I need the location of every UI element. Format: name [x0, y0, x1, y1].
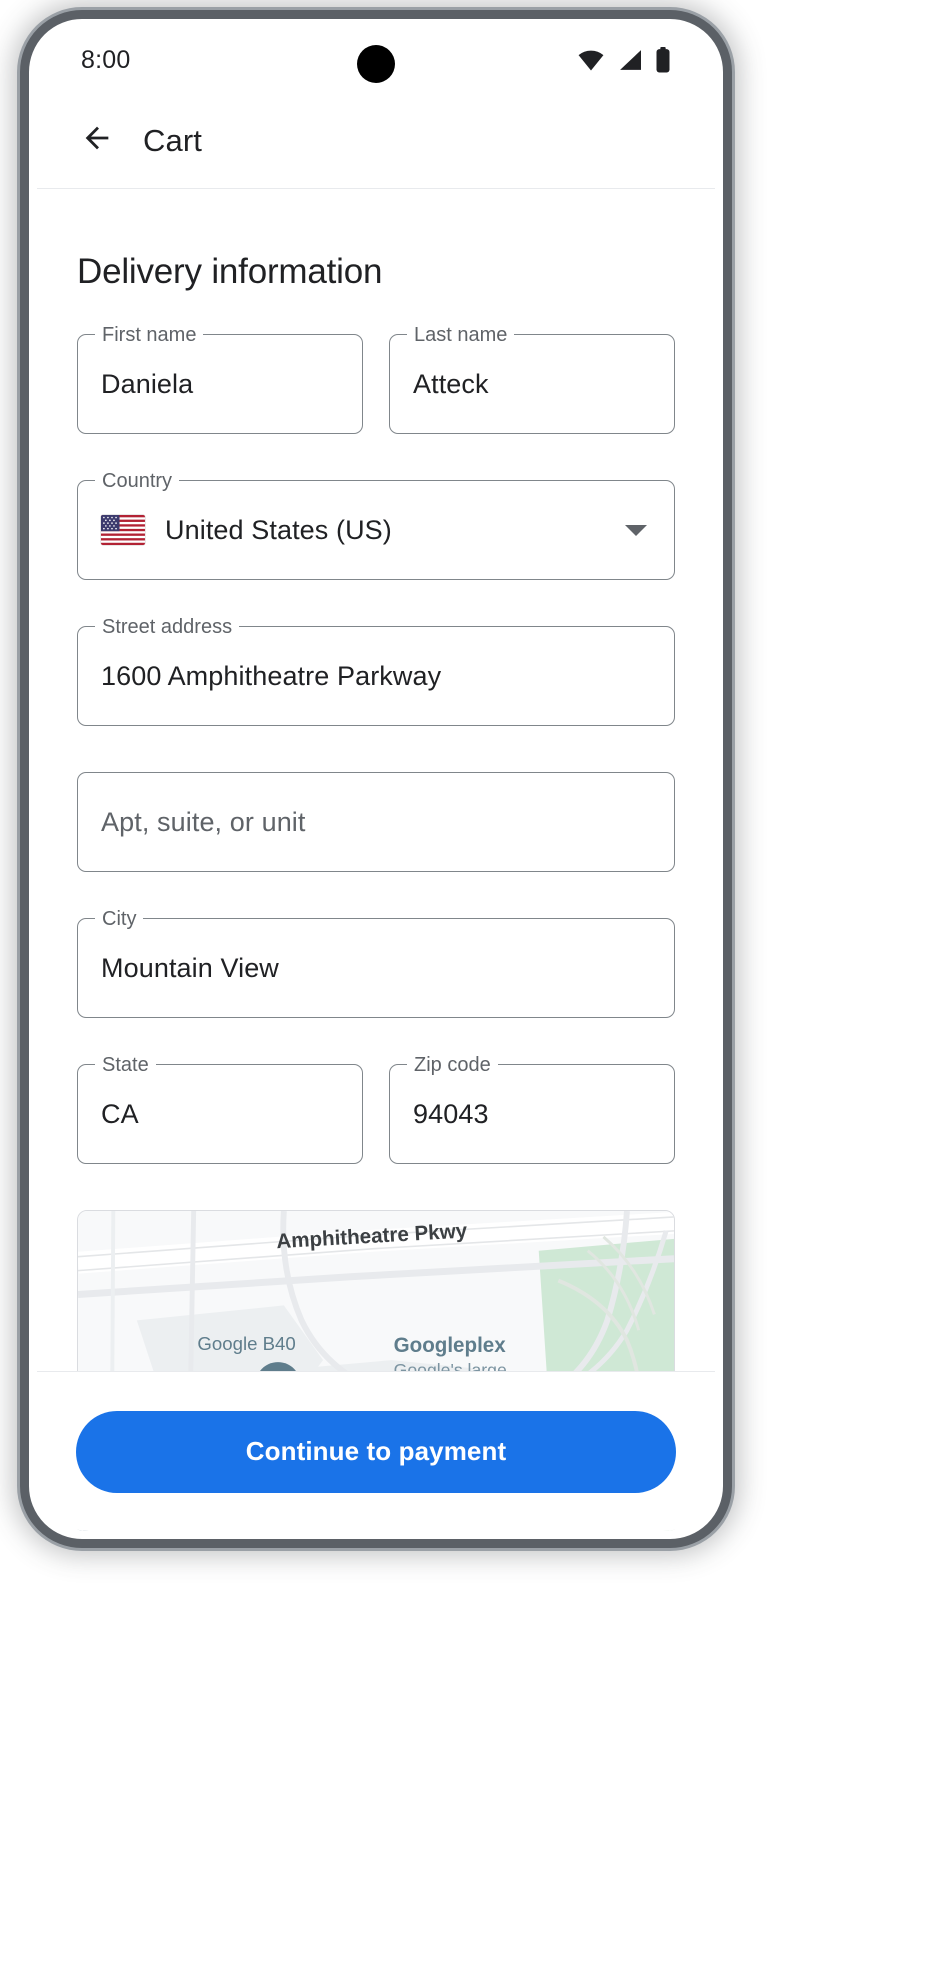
phone-frame: 8:00 Cart Delivery information First nam…: [20, 10, 732, 1548]
status-bar-icons: [577, 47, 671, 73]
country-value: United States (US): [165, 514, 392, 545]
page-title: Cart: [143, 122, 202, 158]
first-name-value: Daniela: [101, 368, 194, 399]
state-field[interactable]: State CA: [77, 1053, 363, 1164]
delivery-form-scroll[interactable]: Delivery information First name Daniela …: [37, 190, 715, 1531]
bottom-action-bar: Continue to payment: [37, 1371, 715, 1531]
city-field[interactable]: City Mountain View: [77, 907, 675, 1018]
name-row: First name Daniela Last name Atteck: [77, 323, 675, 480]
zip-code-value: 94043: [413, 1098, 489, 1129]
state-zip-row: State CA Zip code 94043: [77, 1053, 675, 1210]
first-name-label: First name: [95, 323, 204, 347]
last-name-value: Atteck: [413, 368, 489, 399]
country-select[interactable]: Country United States (US): [77, 469, 675, 580]
zip-code-field[interactable]: Zip code 94043: [389, 1053, 675, 1164]
last-name-field[interactable]: Last name Atteck: [389, 323, 675, 434]
back-button[interactable]: [69, 113, 125, 169]
first-name-field[interactable]: First name Daniela: [77, 323, 363, 434]
city-value: Mountain View: [101, 952, 279, 983]
status-bar: 8:00: [37, 27, 715, 93]
state-value: CA: [101, 1098, 139, 1129]
screenshot-root: 8:00 Cart Delivery information First nam…: [0, 0, 952, 1974]
country-value-group: United States (US): [101, 515, 392, 546]
app-bar: Cart: [37, 93, 715, 189]
state-label: State: [95, 1053, 156, 1077]
street-address-label: Street address: [95, 615, 240, 639]
status-bar-clock: 8:00: [81, 45, 131, 74]
camera-cutout: [357, 45, 395, 83]
last-name-label: Last name: [407, 323, 515, 347]
apt-placeholder: Apt, suite, or unit: [101, 806, 306, 837]
continue-to-payment-button[interactable]: Continue to payment: [76, 1410, 676, 1493]
section-title: Delivery information: [77, 252, 383, 291]
country-label: Country: [95, 469, 180, 493]
zip-code-label: Zip code: [407, 1053, 498, 1077]
phone-screen: 8:00 Cart Delivery information First nam…: [37, 27, 715, 1531]
street-address-field[interactable]: Street address 1600 Amphitheatre Parkway: [77, 615, 675, 726]
street-address-value: 1600 Amphitheatre Parkway: [101, 660, 442, 691]
us-flag-icon: [101, 515, 145, 545]
map-poi-b40-label: Google B40: [197, 1333, 295, 1354]
chevron-down-icon[interactable]: [625, 524, 647, 536]
battery-icon: [655, 47, 671, 73]
cellular-signal-icon: [617, 49, 643, 71]
map-poi-googleplex-name: Googleplex: [394, 1334, 507, 1357]
wifi-icon: [577, 49, 605, 71]
apt-field[interactable]: Apt, suite, or unit: [77, 772, 675, 872]
arrow-back-icon: [80, 121, 114, 160]
city-label: City: [95, 907, 144, 931]
